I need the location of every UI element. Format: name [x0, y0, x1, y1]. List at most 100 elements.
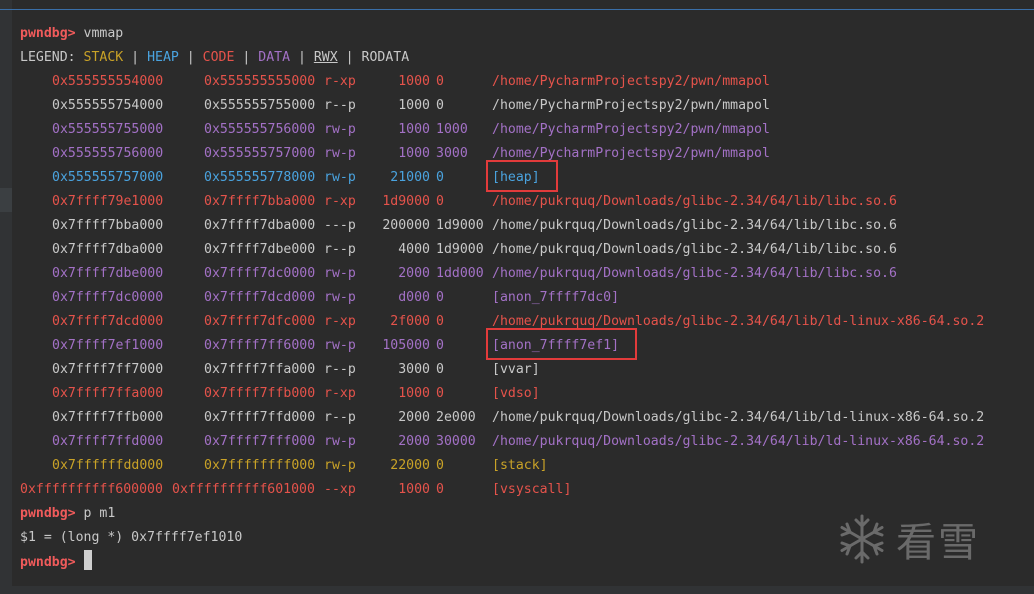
legend-code: CODE	[202, 50, 235, 65]
prompt: pwndbg>	[20, 555, 76, 570]
map-row: 0x7ffff7ffd000 0x7ffff7fff000 rw-p 2000 3000…	[20, 430, 1025, 454]
map-permissions: rw-p	[324, 434, 356, 449]
map-permissions: rw-p	[324, 266, 356, 281]
map-start-address: 0x7ffff7dcd000	[52, 314, 164, 329]
map-start-address: 0x7ffff7ef1000	[52, 338, 164, 353]
map-end-address: 0x7ffff7dc0000	[204, 266, 316, 281]
map-start-address: 0x555555554000	[52, 74, 164, 89]
map-object: [vsyscall]	[492, 482, 572, 497]
legend-rodata: RODATA	[361, 50, 410, 65]
map-end-address: 0x7ffff7bba000	[204, 194, 316, 209]
map-offset: 1dd000	[436, 266, 484, 281]
map-size: 1d9000	[382, 194, 430, 209]
map-offset: 0	[436, 194, 444, 209]
map-object: /home/PycharmProjectspy2/pwn/mmapol	[492, 122, 770, 137]
terminal-output[interactable]: pwndbg> vmmap LEGEND: STACK | HEAP | COD…	[20, 22, 1025, 574]
map-size: 1000	[398, 98, 430, 113]
map-permissions: r--p	[324, 98, 356, 113]
map-object: /home/pukrquq/Downloads/glibc-2.34/64/li…	[492, 242, 897, 257]
map-size: 2000	[398, 434, 430, 449]
watermark: 看雪	[836, 510, 980, 568]
snowflake-icon	[840, 514, 884, 564]
map-row: 0xffffffffff600000 0xffffffffff601000 --xp…	[20, 478, 1025, 502]
map-size: d000	[398, 290, 430, 305]
map-start-address: 0x7ffff7bba000	[52, 218, 164, 233]
map-row: 0x555555554000 0x555555555000 r-xp 1000 0/ho…	[20, 70, 1025, 94]
legend-stack: STACK	[83, 50, 124, 65]
map-end-address: 0x7ffff7dfc000	[204, 314, 316, 329]
map-start-address: 0x555555755000	[52, 122, 164, 137]
map-object: /home/PycharmProjectspy2/pwn/mmapol	[492, 74, 770, 89]
map-permissions: rw-p	[324, 122, 356, 137]
map-end-address: 0x7ffff7ff6000	[204, 338, 316, 353]
map-object: [stack]	[492, 458, 548, 473]
map-end-address: 0x7ffff7dbe000	[204, 242, 316, 257]
map-permissions: --xp	[324, 482, 356, 497]
map-object: /home/pukrquq/Downloads/glibc-2.34/64/li…	[492, 194, 897, 209]
map-size: 200000	[382, 218, 430, 233]
map-offset: 2e000	[436, 410, 476, 425]
map-row: 0x7ffff7dba000 0x7ffff7dbe000 r--p 4000 1d90…	[20, 238, 1025, 262]
map-end-address: 0x555555757000	[204, 146, 316, 161]
map-start-address: 0x7ffff7dba000	[52, 242, 164, 257]
map-start-address: 0x7ffff7dc0000	[52, 290, 164, 305]
map-offset: 0	[436, 314, 444, 329]
map-end-address: 0x7ffff7ffb000	[204, 386, 316, 401]
map-end-address: 0x7ffff7fff000	[204, 434, 316, 449]
status-strip	[0, 586, 1034, 594]
map-row: 0x7ffff7ff7000 0x7ffff7ffa000 r--p 3000 0 [vv…	[20, 358, 1025, 382]
map-permissions: rw-p	[324, 338, 356, 353]
map-offset: 1000	[436, 122, 468, 137]
map-permissions: r-xp	[324, 314, 356, 329]
map-start-address: 0x555555757000	[52, 170, 164, 185]
map-size: 2000	[398, 266, 430, 281]
map-row: 0x7ffff7bba000 0x7ffff7dba000 ---p 200000 1d…	[20, 214, 1025, 238]
map-end-address: 0x555555555000	[204, 74, 316, 89]
map-start-address: 0x555555756000	[52, 146, 164, 161]
highlight-box	[486, 328, 638, 360]
map-object: /home/pukrquq/Downloads/glibc-2.34/64/li…	[492, 434, 985, 449]
map-end-address: 0x7ffff7dcd000	[204, 290, 316, 305]
map-object: [vdso]	[492, 386, 540, 401]
map-start-address: 0x7ffff7ffb000	[52, 410, 164, 425]
map-start-address: 0x7ffffffdd000	[52, 458, 164, 473]
map-row: 0x7ffff7ffa000 0x7ffff7ffb000 r-xp 1000 0 [vd…	[20, 382, 1025, 406]
text-cursor[interactable]	[83, 550, 92, 570]
panel-top-border	[0, 9, 1034, 10]
map-size: 1000	[398, 482, 430, 497]
map-offset: 30000	[436, 434, 476, 449]
map-permissions: rw-p	[324, 170, 356, 185]
map-object: /home/pukrquq/Downloads/glibc-2.34/64/li…	[492, 266, 897, 281]
map-offset: 1d9000	[436, 242, 484, 257]
map-object: [anon_7ffff7dc0]	[492, 290, 620, 305]
map-row: 0x7ffffffdd000 0x7ffffffff000 rw-p 22000 0 [s…	[20, 454, 1025, 478]
highlight-box	[486, 160, 558, 192]
map-permissions: r-xp	[324, 194, 356, 209]
map-object: /home/pukrquq/Downloads/glibc-2.34/64/li…	[492, 410, 985, 425]
map-size: 1000	[398, 74, 430, 89]
map-offset: 0	[436, 338, 444, 353]
watermark-text: 看雪	[896, 520, 980, 566]
map-permissions: r--p	[324, 362, 356, 377]
legend-heap: HEAP	[147, 50, 179, 65]
map-row: 0x7ffff79e1000 0x7ffff7bba000 r-xp 1d9000 0 /…	[20, 190, 1025, 214]
prompt: pwndbg>	[20, 26, 76, 41]
map-start-address: 0x7ffff7dbe000	[52, 266, 164, 281]
map-end-address: 0x7ffff7dba000	[204, 218, 316, 233]
map-end-address: 0x7ffffffff000	[204, 458, 316, 473]
map-object: /home/pukrquq/Downloads/glibc-2.34/64/li…	[492, 218, 897, 233]
gutter-row-highlight	[0, 188, 12, 212]
map-start-address: 0x555555754000	[52, 98, 164, 113]
map-offset: 0	[436, 290, 444, 305]
vmmap-command: vmmap	[83, 26, 124, 41]
map-object: /home/PycharmProjectspy2/pwn/mmapol	[492, 98, 770, 113]
map-size: 4000	[398, 242, 430, 257]
map-size: 2000	[398, 410, 430, 425]
map-object: [vvar]	[492, 362, 540, 377]
map-offset: 0	[436, 482, 444, 497]
print-command: p m1	[83, 506, 116, 521]
map-permissions: ---p	[324, 218, 356, 233]
map-size: 1000	[398, 146, 430, 161]
map-permissions: r--p	[324, 242, 356, 257]
map-offset: 3000	[436, 146, 468, 161]
